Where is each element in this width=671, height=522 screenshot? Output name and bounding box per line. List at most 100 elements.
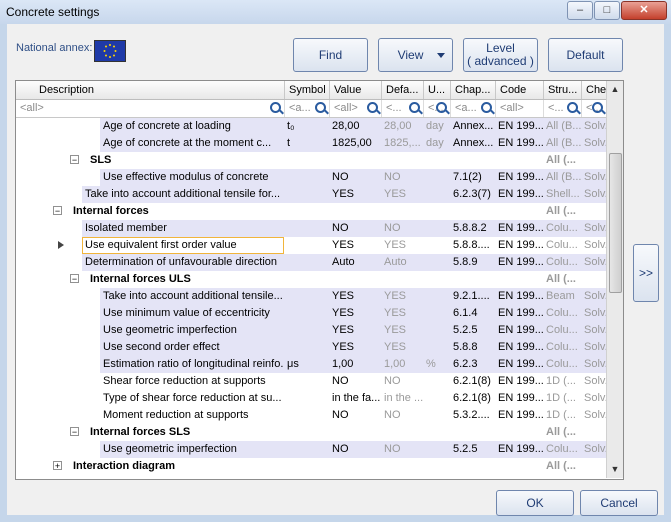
cell-description[interactable]: Type of shear force reduction at su... (100, 390, 284, 407)
cell-val[interactable]: 28,00 (329, 118, 381, 135)
collapse-icon[interactable]: − (70, 427, 79, 437)
filter-chapter[interactable]: <a... (450, 100, 495, 117)
table-row[interactable]: Age of concrete at loading t₀ 28,00 28,00 da… (16, 118, 606, 135)
find-button[interactable]: Find (293, 38, 368, 72)
filter-description[interactable]: <all> (16, 100, 284, 117)
filter-check[interactable]: <... (581, 100, 606, 117)
cell-description[interactable]: Use geometric imperfection (100, 322, 284, 339)
table-row[interactable]: Take into account additional tensile... Y… (16, 288, 606, 305)
group-row[interactable]: − Internal forces SLS All (... (16, 424, 606, 441)
table-row[interactable]: Use equivalent first order value YES YES 5.… (16, 237, 606, 254)
cell-val[interactable]: NO (329, 373, 381, 390)
table-row[interactable]: Use geometric imperfection NO NO 5.2.5 EN 19… (16, 441, 606, 458)
cell-description[interactable]: Estimation ratio of longitudinal reinfo.… (100, 356, 284, 373)
level-button[interactable]: Level ( advanced ) (463, 38, 538, 72)
table-row[interactable]: Take into account additional tensile for… (16, 186, 606, 203)
maximize-button[interactable]: □ (594, 1, 620, 20)
search-icon[interactable] (481, 102, 492, 113)
filter-value[interactable]: <all> (329, 100, 381, 117)
cell-description[interactable]: Use geometric imperfection (100, 441, 284, 458)
search-icon[interactable] (270, 102, 281, 113)
table-row[interactable]: Use effective modulus of concrete NO NO 7.1… (16, 169, 606, 186)
col-unit[interactable]: U... (423, 81, 450, 99)
group-row[interactable]: − Internal forces All (... (16, 203, 606, 220)
expand-panel-button[interactable]: >> (633, 244, 659, 302)
cell-val[interactable]: NO (329, 441, 381, 458)
col-chapter[interactable]: Chap... (450, 81, 495, 99)
filter-code[interactable]: <all> (495, 100, 543, 117)
filter-symbol[interactable]: <a... (284, 100, 329, 117)
cell-description[interactable]: Use minimum value of eccentricity (100, 305, 284, 322)
cell-val[interactable]: YES (329, 288, 381, 305)
search-icon[interactable] (567, 102, 578, 113)
collapse-icon[interactable]: − (70, 155, 79, 165)
group-row[interactable]: − SLS All (... (16, 152, 606, 169)
cell-val[interactable]: 1825,00 (329, 135, 381, 152)
search-icon[interactable] (315, 102, 326, 113)
scroll-down-icon[interactable]: ▼ (608, 462, 622, 476)
table-row[interactable]: Age of concrete at the moment c... t 1825,… (16, 135, 606, 152)
table-row[interactable]: Type of shear force reduction at su... in… (16, 390, 606, 407)
table-row[interactable]: Use minimum value of eccentricity YES YES 6… (16, 305, 606, 322)
group-row[interactable]: + Interaction diagram All (... (16, 458, 606, 475)
table-row[interactable]: Determination of unfavourable direction A… (16, 254, 606, 271)
cell-description[interactable]: Age of concrete at the moment c... (100, 135, 284, 152)
cell-val[interactable]: YES (329, 186, 381, 203)
collapse-icon[interactable]: − (53, 206, 62, 216)
cell-val[interactable]: YES (329, 237, 381, 254)
search-icon[interactable] (436, 102, 447, 113)
cell-description[interactable]: Take into account additional tensile... (100, 288, 284, 305)
minimize-button[interactable]: – (567, 1, 593, 20)
cell-description[interactable]: Age of concrete at loading (100, 118, 284, 135)
table-row[interactable]: Estimation ratio of longitudinal reinfo.… (16, 356, 606, 373)
view-button[interactable]: View (378, 38, 453, 72)
cell-description[interactable]: Isolated member (82, 220, 284, 237)
col-check[interactable]: Che... (581, 81, 606, 99)
filter-unit[interactable]: <... (423, 100, 450, 117)
default-button[interactable]: Default (548, 38, 623, 72)
cell-val[interactable]: 1,00 (329, 356, 381, 373)
close-button[interactable]: ✕ (621, 1, 667, 20)
cell-val[interactable]: NO (329, 220, 381, 237)
table-row[interactable]: Shear force reduction at supports NO NO 6.2… (16, 373, 606, 390)
col-default[interactable]: Defa... (381, 81, 423, 99)
col-value[interactable]: Value (329, 81, 381, 99)
search-icon[interactable] (592, 102, 603, 113)
cell-code: EN 199... (495, 322, 543, 339)
cell-description[interactable]: Take into account additional tensile for… (82, 186, 284, 203)
cell-description[interactable]: Use second order effect (100, 339, 284, 356)
col-symbol[interactable]: Symbol (284, 81, 329, 99)
collapse-icon[interactable]: − (70, 274, 79, 284)
cell-description[interactable]: Shear force reduction at supports (100, 373, 284, 390)
group-row[interactable]: − Internal forces ULS All (... (16, 271, 606, 288)
table-row[interactable]: Use geometric imperfection YES YES 5.2.5 EN … (16, 322, 606, 339)
cell-val[interactable]: YES (329, 305, 381, 322)
table-row[interactable]: Isolated member NO NO 5.8.8.2 EN 199... Colu.… (16, 220, 606, 237)
scroll-up-icon[interactable]: ▲ (608, 82, 622, 96)
cell-description[interactable]: Use effective modulus of concrete (100, 169, 284, 186)
search-icon[interactable] (409, 102, 420, 113)
cell-val[interactable]: NO (329, 407, 381, 424)
vertical-scrollbar[interactable]: ▲ ▼ (606, 81, 623, 478)
cell-val[interactable]: YES (329, 322, 381, 339)
filter-default[interactable]: <... (381, 100, 423, 117)
col-code[interactable]: Code (495, 81, 543, 99)
cell-chap: 6.2.3 (450, 356, 495, 373)
cell-description[interactable]: Determination of unfavourable direction (82, 254, 284, 271)
scrollbar-thumb[interactable] (609, 153, 622, 293)
cancel-button[interactable]: Cancel (580, 490, 658, 516)
table-row[interactable]: Use second order effect YES YES 5.8.8 EN 199… (16, 339, 606, 356)
col-structure[interactable]: Stru... (543, 81, 581, 99)
cell-val[interactable]: NO (329, 169, 381, 186)
expand-icon[interactable]: + (53, 461, 62, 471)
table-row[interactable]: Moment reduction at supports NO NO 5.3.2...… (16, 407, 606, 424)
cell-val[interactable]: YES (329, 339, 381, 356)
cell-chap: 5.2.5 (450, 322, 495, 339)
search-icon[interactable] (367, 102, 378, 113)
cell-val[interactable]: in the fa... (329, 390, 381, 407)
filter-structure[interactable]: <... (543, 100, 581, 117)
cell-val[interactable]: Auto (329, 254, 381, 271)
ok-button[interactable]: OK (496, 490, 574, 516)
cell-description[interactable]: Moment reduction at supports (100, 407, 284, 424)
col-description[interactable]: Description (16, 81, 284, 99)
